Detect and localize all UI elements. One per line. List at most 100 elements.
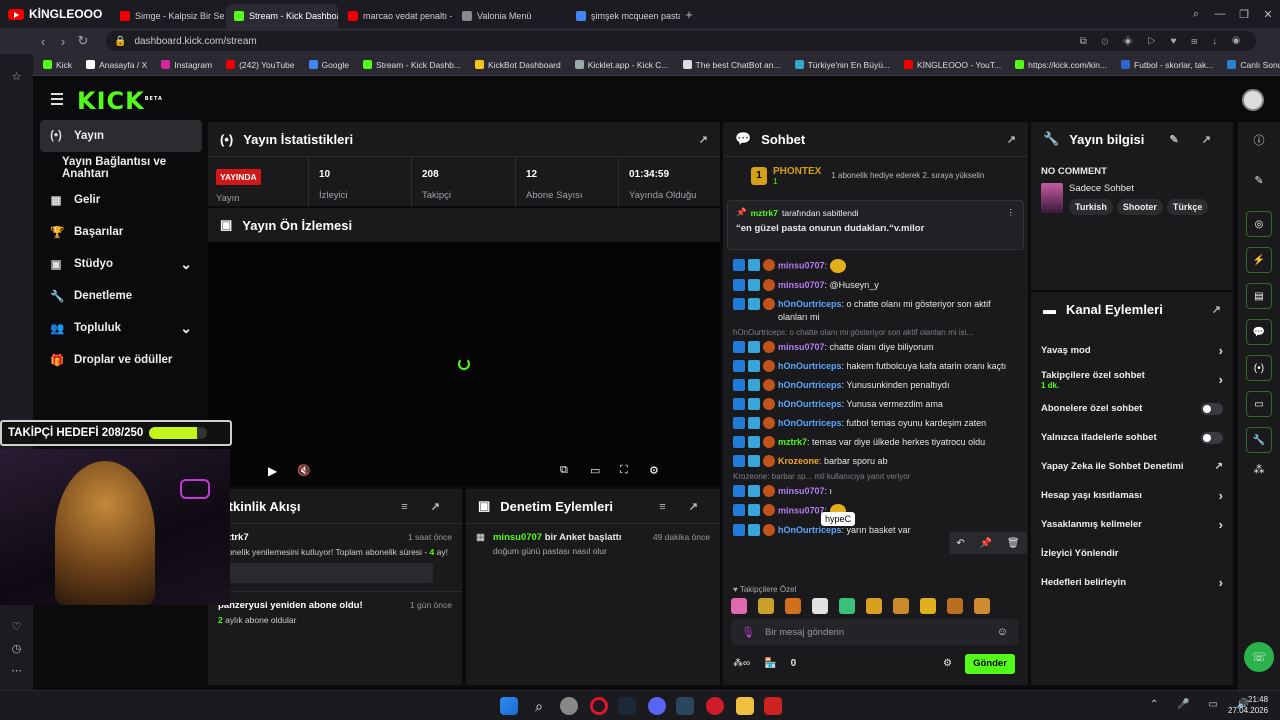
moderation-actions[interactable]: ≡ ↗ [659,500,708,513]
tool-bolt-icon[interactable]: ⚡ [1246,247,1272,273]
theater-button[interactable]: ▭ [590,464,600,477]
emote-icon[interactable] [839,598,855,614]
channel-action-row[interactable]: Hedefleri belirleyin › [1031,568,1233,597]
user-avatar[interactable] [1242,89,1264,111]
bookmark[interactable]: KickBot Dashboard [474,60,561,70]
emote-icon[interactable] [812,598,828,614]
emoji-picker-icon[interactable]: ☺ [997,626,1008,638]
mic-icon[interactable]: 🎙 [741,626,755,639]
toggle-switch[interactable] [1201,402,1223,415]
channel-action-row[interactable]: Yalnızca ifadelerle sohbet [1031,423,1233,452]
tag-chip[interactable]: Shooter [1116,199,1163,215]
chat-message[interactable]: mztrk7: temas var diye ülkede herkes tiy… [723,433,1028,452]
chat-username[interactable]: hOnOurtriceps [778,361,842,371]
chat-username[interactable]: minsu0707 [778,342,825,352]
channel-action-row[interactable]: Takipçilere özel sohbet 1 dk. › [1031,365,1233,394]
chat-username[interactable]: minsu0707 [778,280,825,290]
bookmark[interactable]: Instagram [161,60,212,70]
star-icon[interactable]: ☆ [10,70,24,83]
chat-input[interactable]: 🎙 Bir mesaj gönderin ☺ [731,619,1018,645]
search-tabs-icon[interactable]: ⌕ [1184,8,1208,21]
settings-icon[interactable]: ⚙ [649,464,659,477]
search-icon[interactable]: ⌕ [530,697,548,715]
chat-message[interactable]: hOnOurtriceps: o chatte olanı mi gösteri… [723,295,1028,327]
chat-message[interactable]: hOnOurtriceps: Yunusunkinden penaltıydı [723,376,1028,395]
store-icon[interactable]: 🏪 [764,658,776,669]
new-tab-button[interactable]: + [680,5,698,23]
chat-message[interactable]: minsu0707: ı [723,482,1028,501]
emote-icon[interactable] [920,598,936,614]
emote-icon[interactable] [947,598,963,614]
nav-item[interactable]: (•) Yayın [40,120,202,152]
chat-username[interactable]: hOnOurtriceps [778,525,842,535]
bookmark[interactable]: KİNGLEOOO - YouT... [904,60,1001,70]
nav-item[interactable]: Yayın Bağlantısı ve Anahtarı [40,152,202,184]
minimize-button[interactable]: — [1208,8,1232,20]
bookmark[interactable]: Anasayfa / X [86,60,147,70]
chat-settings-icon[interactable]: ⚙ [943,658,952,669]
chat-username[interactable]: minsu0707 [778,486,825,496]
more-icon[interactable]: ⋯ [0,664,33,677]
pinned-message[interactable]: 📌 mztrk7 tarafından sabitlendi ⋮ “en güzel… [727,200,1024,250]
chat-message[interactable]: hOnOurtriceps: hakem futbolcuya kafa ata… [723,357,1028,376]
emote-icon[interactable] [758,598,774,614]
channel-action-row[interactable]: Abonelere özel sohbet [1031,394,1233,423]
chat-message[interactable]: minsu0707: @Huseyn_y [723,276,1028,295]
chat-message[interactable]: hOnOurtriceps: Yunusa vermezdim ama [723,395,1028,414]
maximize-button[interactable]: ❐ [1232,8,1256,21]
edit-icon[interactable]: ✎ [1238,174,1280,187]
chat-message[interactable]: minsu0707: chatte olanı diye biliyorum [723,338,1028,357]
emote-icon[interactable] [785,598,801,614]
bookmark[interactable]: The best ChatBot an... [682,60,781,70]
chat-message[interactable]: minsu0707: [723,256,1028,276]
opera-icon[interactable] [590,697,608,715]
app-icon-1[interactable] [560,697,578,715]
discord-icon[interactable] [648,697,666,715]
bookmark[interactable]: Canlı Sonuçlar - İdd... [1227,60,1280,70]
clock[interactable]: 21:48 27.04.2026 [1228,694,1268,716]
emote-icon[interactable] [731,598,747,614]
mute-button[interactable]: 🔇 [297,464,311,477]
chat-username[interactable]: hOnOurtriceps [778,418,842,428]
emote-icon[interactable] [974,598,990,614]
nav-item[interactable]: 🔧 Denetleme [40,280,202,312]
tool-broadcast-icon[interactable]: (•) [1246,355,1272,381]
steam-2-icon[interactable] [676,697,694,715]
tool-wrench-icon[interactable]: 🔧 [1246,427,1272,453]
chat-message[interactable]: minsu0707: [723,501,1028,521]
nav-item[interactable]: 👥 Topluluk ⌄ [40,312,202,344]
channel-action-row[interactable]: Yapay Zeka ile Sohbet Denetimi ↗ [1031,452,1233,481]
chat-message[interactable]: Krozeone: barbar sporu ab [723,452,1028,471]
nav-item[interactable]: 🎁 Droplar ve ödüller [40,344,202,376]
tag-chip[interactable]: Turkish [1069,199,1113,215]
chat-username[interactable]: mztrk7 [778,437,807,447]
tag-chip[interactable]: Türkçe [1166,199,1209,215]
app-icon-2[interactable] [706,697,724,715]
reply-icon[interactable]: ↶ [956,538,964,549]
activity-actions[interactable]: ≡ ↗ [401,500,450,513]
history-icon[interactable]: ◷ [0,642,33,655]
play-button[interactable]: ▶ [268,464,277,478]
address-bar-actions[interactable]: ⧉ ⊙ ◈ ▷ ♥ ⊞ ↓ ◉ [1080,36,1246,47]
channel-action-row[interactable]: Yavaş mod › [1031,336,1233,365]
close-window-button[interactable]: ✕ [1256,8,1280,21]
browser-tab[interactable]: marcao vedat penaltı - Yo [340,4,452,28]
channel-action-row[interactable]: İzleyici Yönlendir [1031,539,1233,568]
url-field[interactable]: 🔒 dashboard.kick.com/stream ⧉ ⊙ ◈ ▷ ♥ ⊞ … [106,31,1256,51]
tool-apps-icon[interactable]: ⁂ [1238,463,1280,476]
activity-item[interactable]: mztrk7 1 saat önce abonelik yenilemesini k… [208,523,462,591]
browser-tab[interactable]: Simge - Kalpsiz Bir Serseri [112,4,224,28]
heart-icon[interactable]: ♡ [0,620,33,633]
send-button[interactable]: Gönder [965,654,1015,674]
emote-icon[interactable] [893,598,909,614]
support-button[interactable]: ☏ [1244,642,1274,672]
fullscreen-button[interactable]: ⛶ [620,464,628,477]
emote-icon[interactable] [866,598,882,614]
reload-button[interactable]: ↻ [73,33,93,49]
chat-username[interactable]: hOnOurtriceps [778,399,842,409]
forward-button[interactable]: › [53,34,73,49]
bookmark[interactable]: Futbol - skorlar, tak... [1121,60,1213,70]
valorant-icon[interactable] [764,697,782,715]
channel-action-row[interactable]: Hesap yaşı kısıtlaması › [1031,481,1233,510]
chat-username[interactable]: hOnOurtriceps [778,380,842,390]
